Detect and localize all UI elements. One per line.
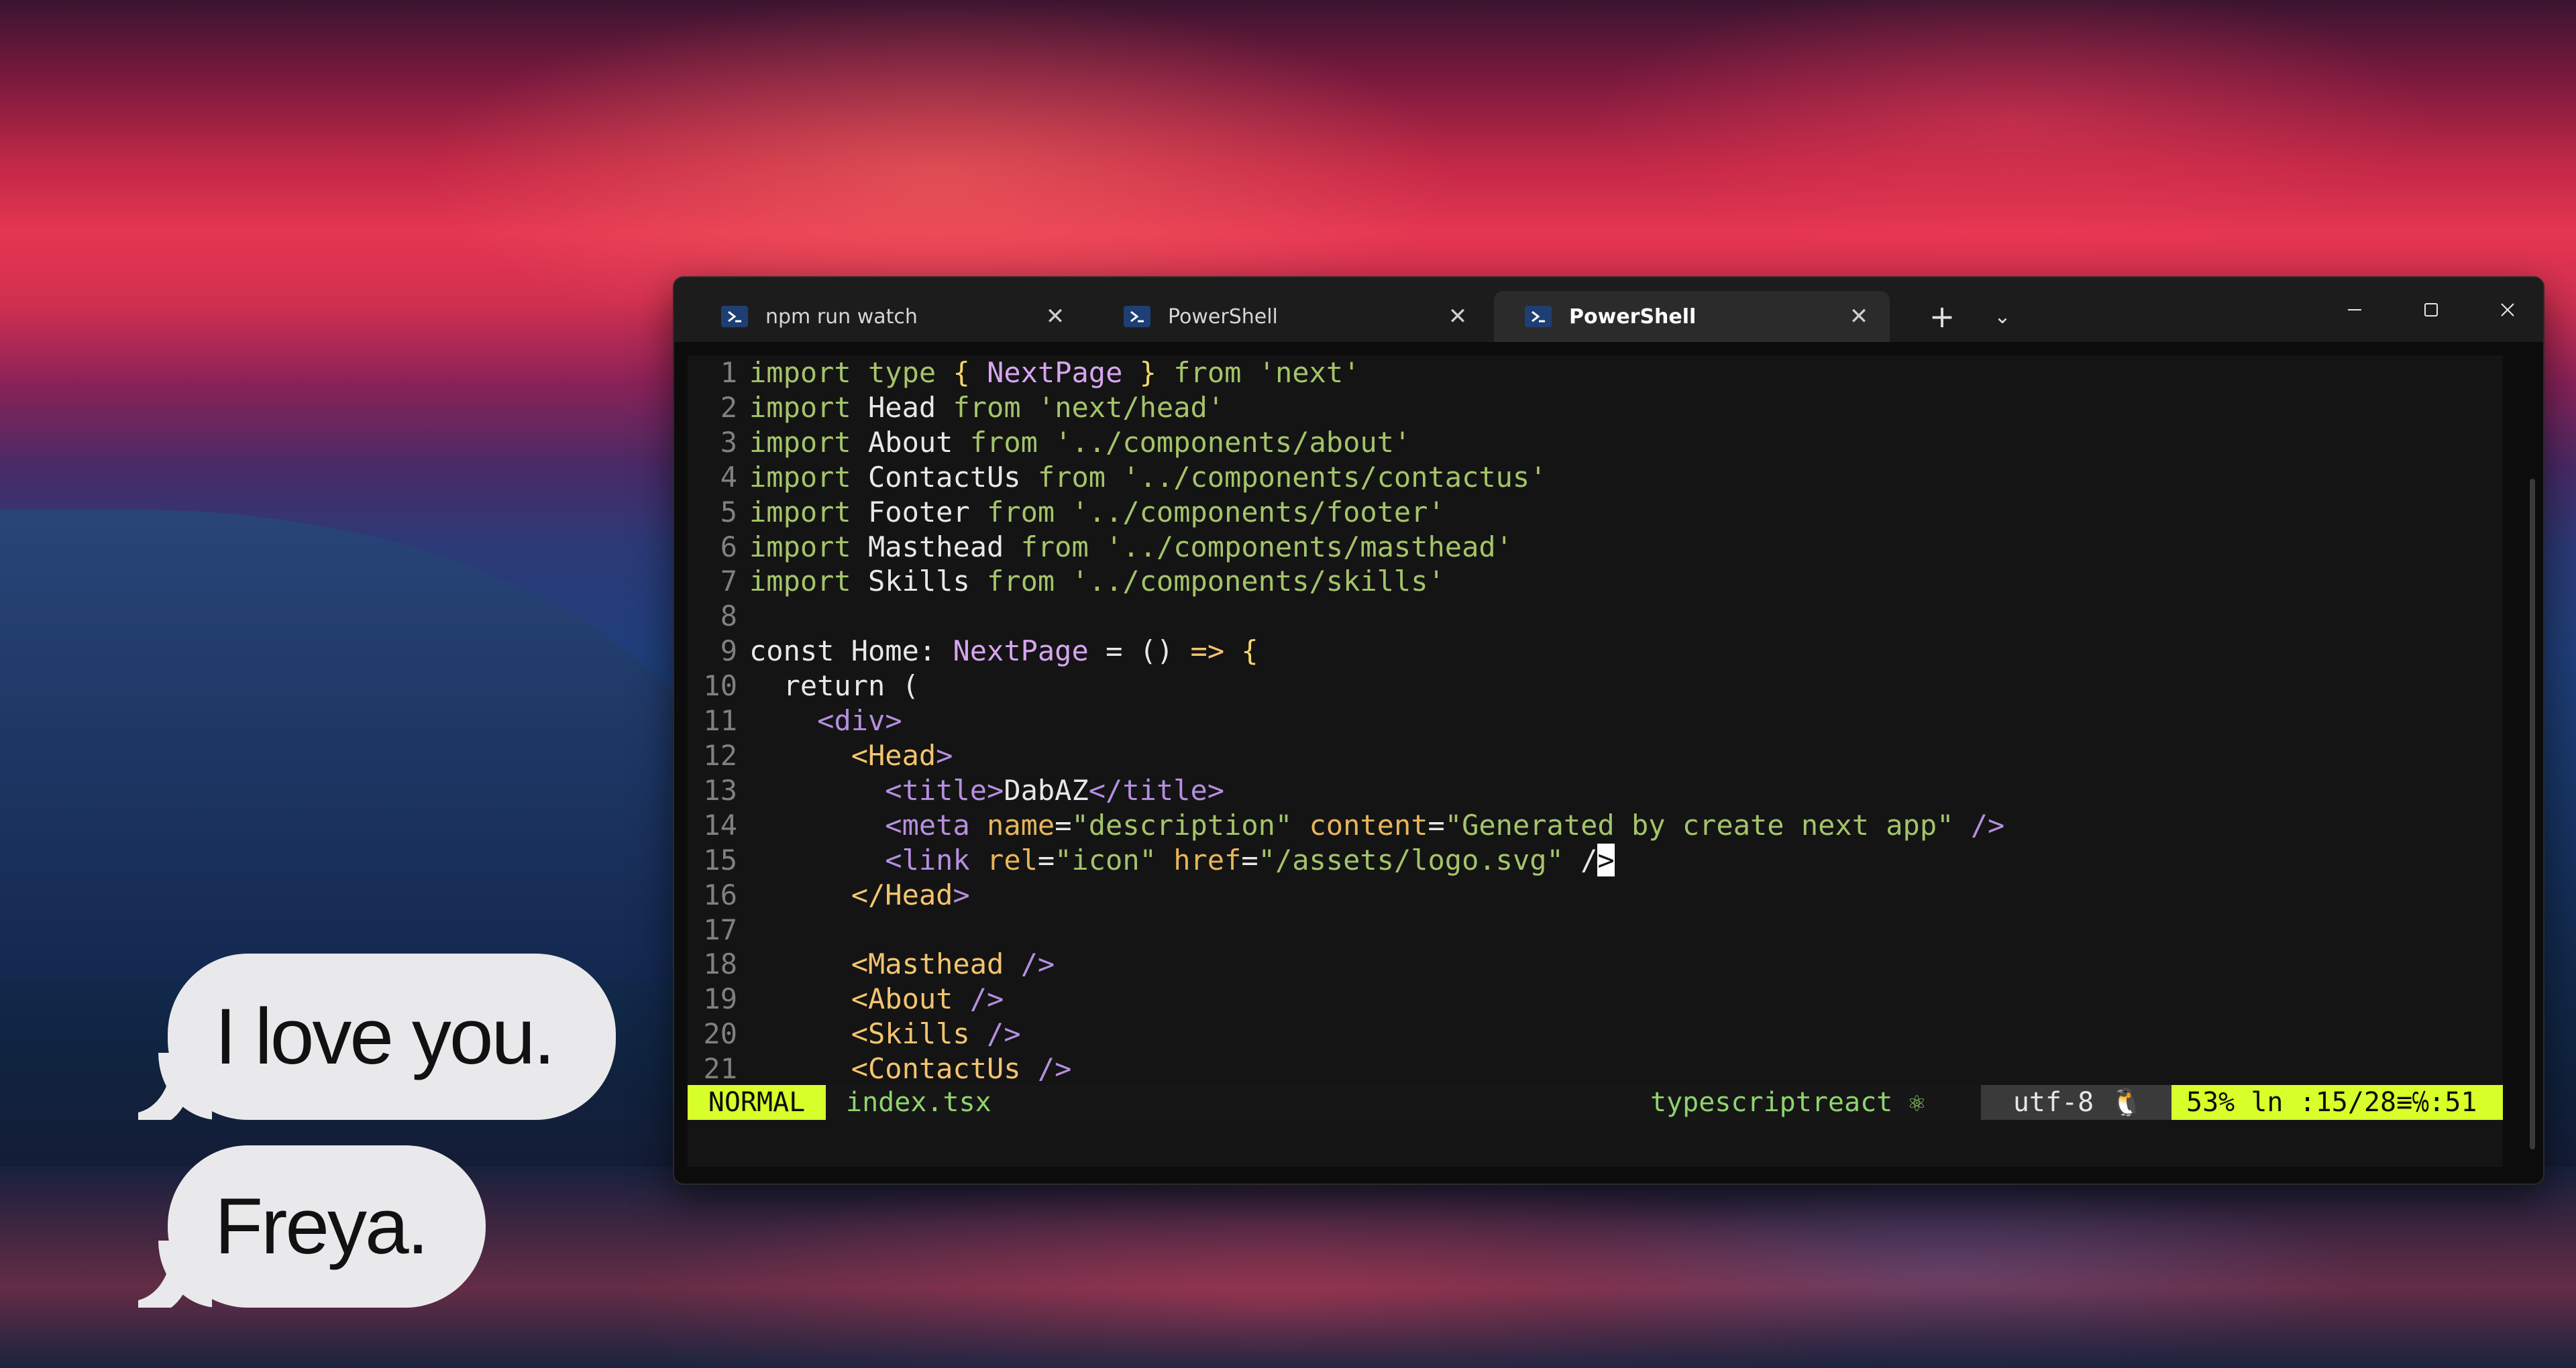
line-number: 10 (703, 669, 737, 703)
file-encoding: utf-8 🐧 (1981, 1085, 2176, 1120)
line-number: 17 (703, 913, 737, 946)
scrollbar[interactable] (2530, 479, 2535, 1149)
line-text: const Home: NextPage = () => { (749, 634, 1258, 668)
chat-bubble-text: I love you. (215, 992, 555, 1081)
powershell-icon (1525, 306, 1552, 327)
line-number: 9 (720, 634, 737, 668)
line-number: 1 (720, 356, 737, 389)
bubble-tail (131, 1241, 212, 1308)
line-number: 11 (703, 704, 737, 738)
tab-label: PowerShell (1168, 304, 1278, 329)
minimize-icon (2348, 309, 2361, 310)
line-text: import ContactUs from '../components/con… (749, 460, 1547, 494)
minimize-button[interactable] (2316, 278, 2393, 342)
powershell-icon (1124, 306, 1150, 327)
line-text: import Masthead from '../components/mast… (749, 530, 1513, 563)
code-line[interactable]: 18 <Masthead /> (688, 947, 2503, 982)
code-line[interactable]: 21 <ContactUs /> (688, 1051, 2503, 1086)
code-line[interactable]: 12 <Head> (688, 738, 2503, 773)
code-line[interactable]: 8 (688, 599, 2503, 634)
line-number: 21 (703, 1052, 737, 1086)
maximize-button[interactable] (2393, 278, 2469, 342)
line-number: 8 (720, 600, 737, 633)
new-tab-button[interactable]: + (1915, 291, 1969, 342)
line-text: <ContactUs /> (851, 1052, 1072, 1086)
line-text: <div> (817, 704, 902, 738)
tab-powershell-active[interactable]: PowerShell ✕ (1494, 291, 1890, 342)
line-number: 7 (720, 565, 737, 598)
status-line: NORMAL index.tsx typescriptreact ⚛ utf-8… (688, 1085, 2503, 1120)
vim-mode-indicator: NORMAL (688, 1085, 826, 1120)
line-number: 3 (720, 425, 737, 459)
line-number: 20 (703, 1017, 737, 1051)
code-line[interactable]: 6 import Masthead from '../components/mas… (688, 530, 2503, 565)
code-line[interactable]: 11 <div> (688, 703, 2503, 738)
vim-editor[interactable]: 1 import type { NextPage } from 'next' 2 im… (688, 355, 2503, 1167)
line-text: <title>DabAZ</title> (885, 773, 1225, 807)
code-line[interactable]: 13 <title>DabAZ</title> (688, 773, 2503, 808)
code-line[interactable]: 14 <meta name="description" content="Gen… (688, 808, 2503, 843)
chat-bubble: I love you. (158, 954, 616, 1120)
code-line[interactable]: 19 <About /> (688, 982, 2503, 1017)
code-line[interactable]: 10 return ( (688, 669, 2503, 703)
line-number: 15 (703, 843, 737, 876)
line-number: 16 (703, 878, 737, 911)
code-line[interactable]: 9 const Home: NextPage = () => { (688, 634, 2503, 669)
line-text: <link rel="icon" href="/assets/logo.svg"… (885, 843, 1615, 876)
line-text: import About from '../components/about' (749, 425, 1411, 459)
line-text: <Skills /> (851, 1017, 1021, 1051)
code-line[interactable]: 17 (688, 913, 2503, 948)
maximize-icon (2424, 303, 2438, 317)
powershell-icon (721, 306, 748, 327)
close-tab-icon[interactable]: ✕ (1438, 296, 1478, 337)
tab-powershell[interactable]: PowerShell ✕ (1093, 291, 1489, 342)
code-line[interactable]: 15 <link rel="icon" href="/assets/logo.s… (688, 843, 2503, 878)
line-number: 14 (703, 808, 737, 842)
tab-label: PowerShell (1569, 304, 1697, 329)
line-number: 12 (703, 738, 737, 772)
chat-bubble: Freya. (158, 1145, 486, 1308)
line-number: 18 (703, 948, 737, 981)
code-buffer[interactable]: 1 import type { NextPage } from 'next' 2 im… (688, 355, 2503, 1086)
line-text: import type { NextPage } from 'next' (749, 356, 1360, 389)
line-text: <Head> (851, 738, 953, 772)
close-icon (2501, 303, 2514, 317)
line-text: <About /> (851, 982, 1004, 1016)
chevron-down-icon[interactable]: ⌄ (1976, 291, 2029, 342)
bubble-tail (131, 1053, 212, 1120)
line-text: <Masthead /> (851, 948, 1055, 981)
line-text: import Footer from '../components/footer… (749, 495, 1445, 528)
close-window-button[interactable] (2469, 278, 2543, 342)
line-number: 4 (720, 460, 737, 494)
line-text: <meta name="description" content="Genera… (885, 808, 2005, 842)
text-cursor: > (1597, 843, 1615, 876)
line-text: return ( (783, 669, 919, 703)
line-number: 6 (720, 530, 737, 563)
code-line[interactable]: 2 import Head from 'next/head' (688, 390, 2503, 425)
code-line[interactable]: 1 import type { NextPage } from 'next' (688, 355, 2503, 390)
close-tab-icon[interactable]: ✕ (1035, 296, 1075, 337)
code-line[interactable]: 20 <Skills /> (688, 1017, 2503, 1051)
close-tab-icon[interactable]: ✕ (1839, 296, 1879, 337)
code-line[interactable]: 3 import About from '../components/about' (688, 425, 2503, 460)
line-number: 5 (720, 495, 737, 528)
code-line[interactable]: 5 import Footer from '../components/foote… (688, 495, 2503, 530)
line-text: import Skills from '../components/skills… (749, 565, 1445, 598)
code-line[interactable]: 16 </Head> (688, 878, 2503, 913)
line-number: 13 (703, 773, 737, 807)
tab-label: npm run watch (765, 304, 918, 329)
chat-bubble-text: Freya. (215, 1182, 429, 1271)
cursor-position: 53% ln :15/28≡℅:51 (2171, 1085, 2503, 1120)
line-text: import Head from 'next/head' (749, 390, 1225, 424)
tab-npm-run-watch[interactable]: npm run watch ✕ (690, 291, 1086, 342)
line-number: 19 (703, 982, 737, 1016)
terminal-window: npm run watch ✕ PowerShell ✕ PowerShell … (673, 276, 2544, 1185)
line-text: </Head> (851, 878, 970, 911)
code-line[interactable]: 4 import ContactUs from '../components/co… (688, 460, 2503, 495)
code-line[interactable]: 7 import Skills from '../components/skill… (688, 564, 2503, 599)
file-type: typescriptreact ⚛ (1650, 1087, 1925, 1118)
line-number: 2 (720, 390, 737, 424)
file-name: index.tsx (846, 1087, 991, 1118)
title-bar[interactable]: npm run watch ✕ PowerShell ✕ PowerShell … (674, 278, 2543, 342)
